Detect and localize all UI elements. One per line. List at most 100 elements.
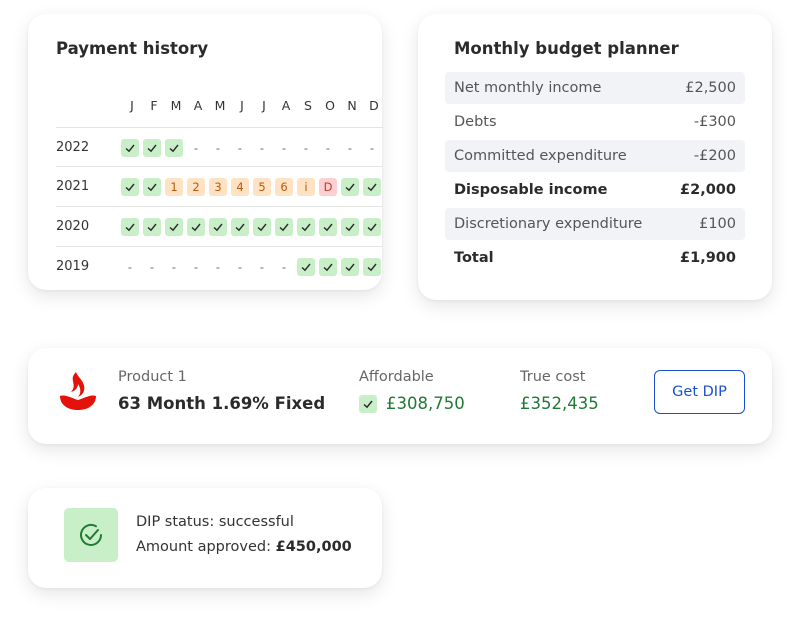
affordable-check-icon <box>359 395 377 413</box>
missed-payment-marker: 3 <box>209 177 227 196</box>
paid-check-icon <box>275 217 293 236</box>
month-label: N <box>347 98 357 113</box>
paid-check-icon <box>187 217 205 236</box>
budget-label: Debts <box>454 114 497 130</box>
paid-check-icon <box>341 257 359 276</box>
paid-check-icon <box>143 177 161 196</box>
dip-amount: Amount approved: £450,000 <box>136 539 352 555</box>
budget-value: £100 <box>699 216 736 232</box>
dip-status-text: DIP status: successful <box>136 514 294 530</box>
budget-label: Total <box>454 250 494 266</box>
budget-row-net-income: Net monthly income £2,500 <box>445 72 745 104</box>
no-data-marker: - <box>237 259 243 274</box>
paid-check-icon <box>363 177 381 196</box>
month-label: M <box>214 98 226 113</box>
dip-status-card: DIP status: successful Amount approved: … <box>28 488 382 588</box>
affordable-value: £308,750 <box>386 394 465 413</box>
month-label: J <box>130 98 134 113</box>
paid-check-icon <box>165 138 183 157</box>
budget-label: Committed expenditure <box>454 148 627 164</box>
payment-row-2022: 2022 - - - - - - - - - <box>56 127 383 167</box>
no-data-marker: - <box>215 259 221 274</box>
year-label: 2022 <box>56 140 90 155</box>
month-label: M <box>170 98 182 113</box>
no-data-marker: - <box>237 140 243 155</box>
no-data-marker: - <box>215 140 221 155</box>
month-label: F <box>150 98 158 113</box>
missed-payment-marker: 6 <box>275 177 293 196</box>
budget-planner-title: Monthly budget planner <box>454 39 679 58</box>
no-data-marker: - <box>193 140 199 155</box>
months-header: JFMAMJJASOND <box>121 98 385 113</box>
payment-row-2019: 2019 - - - - - - - - <box>56 246 383 286</box>
budget-value: -£200 <box>693 148 736 164</box>
product-label: Product 1 <box>118 369 187 385</box>
missed-payment-marker: 5 <box>253 177 271 196</box>
paid-check-icon <box>209 217 227 236</box>
paid-check-icon <box>341 177 359 196</box>
dip-amount-value: £450,000 <box>275 539 352 555</box>
no-data-marker: - <box>171 259 177 274</box>
paid-check-icon <box>165 217 183 236</box>
paid-check-icon <box>121 217 139 236</box>
paid-check-icon <box>297 257 315 276</box>
no-data-marker: - <box>193 259 199 274</box>
month-label: D <box>369 98 379 113</box>
payment-history-title: Payment history <box>56 39 209 58</box>
paid-check-icon <box>143 138 161 157</box>
no-data-marker: - <box>259 259 265 274</box>
month-label: J <box>262 98 266 113</box>
paid-check-icon <box>231 217 249 236</box>
budget-value: £1,900 <box>680 250 736 266</box>
payment-history-card: Payment history JFMAMJJASOND 2022- - - - - - -… <box>28 14 385 290</box>
payment-row-2021: 2021 1 2 3 4 5 6 i D <box>56 166 383 206</box>
month-label: A <box>281 98 291 113</box>
paid-check-icon <box>319 257 337 276</box>
get-dip-button[interactable]: Get DIP <box>654 370 745 414</box>
no-data-marker: - <box>259 140 265 155</box>
paid-check-icon <box>121 177 139 196</box>
true-cost-label: True cost <box>520 369 586 385</box>
no-data-marker: - <box>281 140 287 155</box>
budget-label: Net monthly income <box>454 80 602 96</box>
no-data-marker: - <box>303 140 309 155</box>
affordable-label: Affordable <box>359 369 434 385</box>
budget-label: Disposable income <box>454 182 608 198</box>
month-label: O <box>325 98 335 113</box>
product-card: Product 1 63 Month 1.69% Fixed Affordabl… <box>28 348 772 444</box>
missed-payment-marker: 2 <box>187 177 205 196</box>
paid-check-icon <box>319 217 337 236</box>
paid-check-icon <box>363 257 381 276</box>
product-name: 63 Month 1.69% Fixed <box>118 394 326 413</box>
paid-check-icon <box>121 138 139 157</box>
budget-row-debts: Debts -£300 <box>445 106 745 138</box>
budget-value: £2,000 <box>680 182 736 198</box>
payment-row-2020: 2020 <box>56 206 383 246</box>
paid-check-icon <box>341 217 359 236</box>
default-marker: D <box>319 177 337 196</box>
month-label: A <box>193 98 203 113</box>
no-data-marker: - <box>369 140 375 155</box>
no-data-marker: - <box>325 140 331 155</box>
month-label: S <box>304 98 312 113</box>
budget-value: -£300 <box>693 114 736 130</box>
year-label: 2019 <box>56 259 90 274</box>
paid-check-icon <box>363 217 381 236</box>
paid-check-icon <box>297 217 315 236</box>
budget-row-discretionary: Discretionary expenditure £100 <box>445 208 745 240</box>
year-label: 2021 <box>56 179 90 194</box>
budget-value: £2,500 <box>685 80 736 96</box>
check-circle-icon <box>64 508 118 562</box>
no-data-marker: - <box>281 259 287 274</box>
paid-check-icon <box>253 217 271 236</box>
dip-amount-label: Amount approved: <box>136 539 276 555</box>
no-data-marker: - <box>127 259 133 274</box>
flame-logo-icon <box>60 372 96 410</box>
year-label: 2020 <box>56 219 90 234</box>
month-label: J <box>240 98 244 113</box>
true-cost-value: £352,435 <box>520 394 599 413</box>
missed-payment-marker: 4 <box>231 177 249 196</box>
budget-row-total: Total £1,900 <box>445 242 745 274</box>
budget-row-committed: Committed expenditure -£200 <box>445 140 745 172</box>
budget-row-disposable: Disposable income £2,000 <box>445 174 745 206</box>
